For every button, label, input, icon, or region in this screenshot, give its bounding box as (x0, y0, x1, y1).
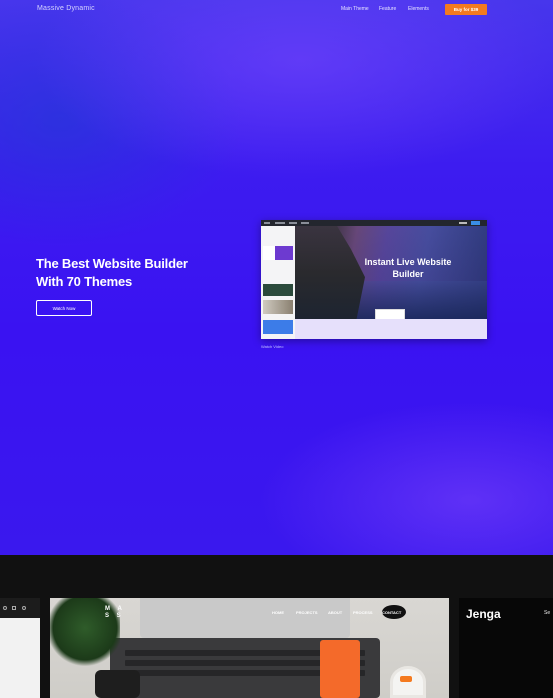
card-nav-contact: CONTACT (382, 610, 402, 615)
sidebar-thumbnail (263, 320, 293, 334)
preview-title-line2: Builder (392, 269, 424, 279)
hero-headline-line2: With 70 Themes (36, 274, 133, 289)
nav-main-theme[interactable]: Main Theme (341, 6, 369, 12)
builder-preview[interactable]: Instant Live Website Builder (261, 220, 487, 339)
nav-feature[interactable]: Feature (379, 6, 396, 12)
mug-image (390, 666, 426, 698)
camera-image (95, 670, 140, 698)
preview-canvas: Instant Live Website Builder (295, 226, 487, 327)
watch-now-button[interactable]: Watch Now (36, 300, 92, 316)
search-icon (3, 606, 7, 610)
toolbar-icon (264, 222, 270, 224)
buy-button[interactable]: Buy for $39 (445, 4, 487, 15)
card-left-header (0, 598, 40, 618)
showcase-card-main[interactable]: M A S S HOME PROJECTS ABOUT PROCESS CONT… (50, 598, 449, 698)
card-right-nav: Se (544, 610, 551, 616)
watch-video-link[interactable]: Watch Video (261, 344, 283, 349)
mug-lid-image (400, 676, 412, 682)
sidebar-thumbnail (263, 246, 293, 260)
search-icon (22, 606, 26, 610)
card-nav-home: HOME (272, 610, 284, 615)
toolbar-tab (289, 222, 297, 224)
card-nav-about: ABOUT (328, 610, 343, 615)
card-nav-process: PROCESS (353, 610, 373, 615)
toolbar-tab (459, 222, 467, 224)
toolbar-tab (275, 222, 285, 224)
hero-headline-line1: The Best Website Builder (36, 256, 188, 271)
card-nav-projects: PROJECTS (296, 610, 318, 615)
hero-headline: The Best Website Builder With 70 Themes (36, 255, 236, 291)
toolbar-tab (301, 222, 309, 224)
hero-section: Massive Dynamic Main Theme Feature Eleme… (0, 0, 553, 555)
card-logo: M A S S (105, 606, 125, 619)
home-icon (12, 606, 16, 610)
preview-sidebar (261, 226, 295, 339)
preview-title: Instant Live Website Builder (353, 256, 463, 280)
showcase-card-left[interactable] (0, 598, 40, 698)
preview-footer (295, 319, 487, 339)
sidebar-thumbnail (263, 300, 293, 314)
laptop-image (140, 598, 350, 638)
showcase-card-right[interactable]: Jenga Se (459, 598, 553, 698)
preview-title-line1: Instant Live Website (364, 257, 452, 267)
brand-logo[interactable]: Massive Dynamic (37, 5, 95, 12)
card-right-title: Jenga (466, 607, 501, 621)
nav-elements[interactable]: Elements (408, 6, 429, 12)
hard-drive-image (320, 640, 360, 698)
sidebar-thumbnail (263, 284, 293, 296)
toolbar-save-icon (471, 221, 480, 225)
